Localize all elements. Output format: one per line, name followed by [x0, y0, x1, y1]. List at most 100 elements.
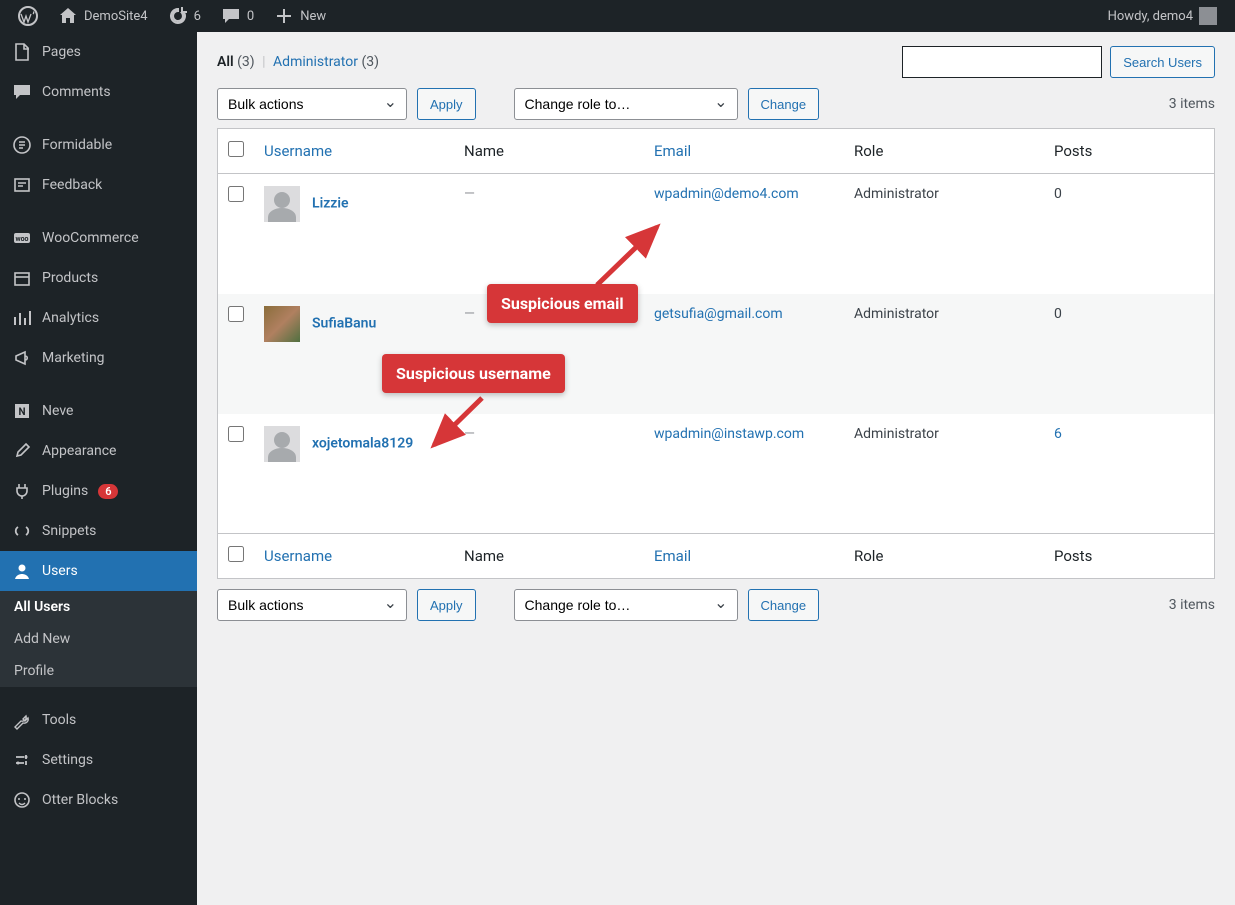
row-checkbox[interactable]: [228, 426, 244, 442]
bulk-actions-top: Bulk actions Apply Change role to… Chang…: [217, 88, 1215, 120]
comments-count: 0: [247, 9, 254, 24]
site-name: DemoSite4: [84, 9, 148, 24]
wrench-icon: [12, 710, 32, 730]
col-email[interactable]: Email: [654, 547, 691, 565]
mega-icon: [12, 348, 32, 368]
items-count: 3 items: [1169, 96, 1215, 112]
submenu-item-profile[interactable]: Profile: [0, 655, 197, 687]
admin-bar: DemoSite4 6 0 New Howdy, demo4: [0, 0, 1235, 32]
howdy-text: Howdy, demo4: [1108, 9, 1193, 24]
sidebar-item-plugins[interactable]: Plugins6: [0, 471, 197, 511]
bulk-actions-bottom: Bulk actions Apply Change role to… Chang…: [217, 589, 1215, 621]
sidebar-item-label: Analytics: [42, 310, 99, 326]
username-link[interactable]: xojetomala8129: [312, 435, 413, 451]
sidebar-item-label: WooCommerce: [42, 230, 139, 246]
admin-sidebar: PagesComments Formidable Feedback wooWooCom…: [0, 32, 197, 905]
sidebar-item-label: Marketing: [42, 350, 105, 366]
update-badge: 6: [98, 484, 118, 499]
items-count: 3 items: [1169, 597, 1215, 613]
filter-all[interactable]: All: [217, 54, 234, 70]
updates-link[interactable]: 6: [158, 0, 211, 32]
col-email[interactable]: Email: [654, 142, 691, 160]
sidebar-item-analytics[interactable]: Analytics: [0, 298, 197, 338]
avatar: [264, 426, 300, 462]
sidebar-item-marketing[interactable]: Marketing: [0, 338, 197, 378]
sidebar-item-label: Formidable: [42, 137, 112, 153]
sidebar-item-label: Otter Blocks: [42, 792, 118, 808]
sidebar-item-products[interactable]: Products: [0, 258, 197, 298]
apply-button[interactable]: Apply: [417, 88, 476, 120]
sidebar-item-snippets[interactable]: Snippets: [0, 511, 197, 551]
site-link[interactable]: DemoSite4: [48, 0, 158, 32]
select-all-checkbox[interactable]: [228, 141, 244, 157]
sidebar-item-label: Snippets: [42, 523, 96, 539]
change-role-select[interactable]: Change role to…: [514, 88, 738, 120]
sidebar-item-settings[interactable]: Settings: [0, 740, 197, 780]
sidebar-item-label: Users: [42, 563, 78, 579]
table-row: SufiaBanu—getsufia@gmail.comAdministrato…: [218, 294, 1215, 414]
form-icon: [12, 135, 32, 155]
change-button[interactable]: Change: [748, 88, 820, 120]
col-username[interactable]: Username: [264, 547, 332, 565]
username-link[interactable]: Lizzie: [312, 196, 349, 212]
row-checkbox[interactable]: [228, 186, 244, 202]
bulk-actions-select[interactable]: Bulk actions: [217, 88, 407, 120]
bulk-actions-select[interactable]: Bulk actions: [217, 589, 407, 621]
content-area: All (3) | Administrator (3) Search Users…: [197, 32, 1235, 905]
plus-icon: [274, 6, 294, 26]
svg-text:N: N: [18, 407, 25, 418]
user-icon: [12, 561, 32, 581]
posts-link[interactable]: 6: [1054, 426, 1062, 442]
submenu-item-add-new[interactable]: Add New: [0, 623, 197, 655]
sidebar-item-feedback[interactable]: Feedback: [0, 165, 197, 205]
annotation-username: Suspicious username: [382, 354, 565, 393]
col-role: Role: [844, 129, 1044, 174]
row-checkbox[interactable]: [228, 306, 244, 322]
user-role: Administrator: [844, 414, 1044, 534]
settings-icon: [12, 750, 32, 770]
sidebar-item-label: Appearance: [42, 443, 116, 459]
sidebar-item-pages[interactable]: Pages: [0, 32, 197, 72]
sidebar-item-woocommerce[interactable]: wooWooCommerce: [0, 218, 197, 258]
change-role-select[interactable]: Change role to…: [514, 589, 738, 621]
search-input[interactable]: [902, 46, 1102, 78]
sidebar-item-neve[interactable]: NNeve: [0, 391, 197, 431]
filter-admin[interactable]: Administrator: [273, 54, 358, 70]
change-button[interactable]: Change: [748, 589, 820, 621]
chart-icon: [12, 308, 32, 328]
sidebar-item-label: Feedback: [42, 177, 102, 193]
wordpress-icon: [18, 6, 38, 26]
code-icon: [12, 521, 32, 541]
sidebar-item-comments[interactable]: Comments: [0, 72, 197, 112]
apply-button[interactable]: Apply: [417, 589, 476, 621]
email-link[interactable]: wpadmin@instawp.com: [654, 426, 804, 442]
comments-link[interactable]: 0: [211, 0, 264, 32]
select-all-checkbox-bottom[interactable]: [228, 546, 244, 562]
email-link[interactable]: getsufia@gmail.com: [654, 306, 783, 322]
sidebar-item-users[interactable]: Users: [0, 551, 197, 591]
howdy-link[interactable]: Howdy, demo4: [1098, 0, 1227, 32]
new-link[interactable]: New: [264, 0, 336, 32]
email-link[interactable]: wpadmin@demo4.com: [654, 186, 799, 202]
wp-logo[interactable]: [8, 0, 48, 32]
sidebar-item-otter-blocks[interactable]: Otter Blocks: [0, 780, 197, 820]
user-role: Administrator: [844, 174, 1044, 294]
sidebar-item-tools[interactable]: Tools: [0, 700, 197, 740]
plug-icon: [12, 481, 32, 501]
col-username[interactable]: Username: [264, 142, 332, 160]
username-link[interactable]: SufiaBanu: [312, 315, 376, 331]
user-name: —: [464, 306, 475, 322]
avatar: [1199, 7, 1217, 25]
annotation-email: Suspicious email: [487, 284, 638, 323]
sidebar-item-label: Tools: [42, 712, 76, 728]
feedback-icon: [12, 175, 32, 195]
new-label: New: [300, 9, 326, 24]
home-icon: [58, 6, 78, 26]
search-users-button[interactable]: Search Users: [1110, 46, 1215, 78]
sidebar-item-appearance[interactable]: Appearance: [0, 431, 197, 471]
sidebar-item-formidable[interactable]: Formidable: [0, 125, 197, 165]
posts-count: 0: [1054, 186, 1062, 202]
submenu-item-all-users[interactable]: All Users: [0, 591, 197, 623]
col-role: Role: [844, 534, 1044, 579]
arrow-icon: [422, 390, 492, 460]
